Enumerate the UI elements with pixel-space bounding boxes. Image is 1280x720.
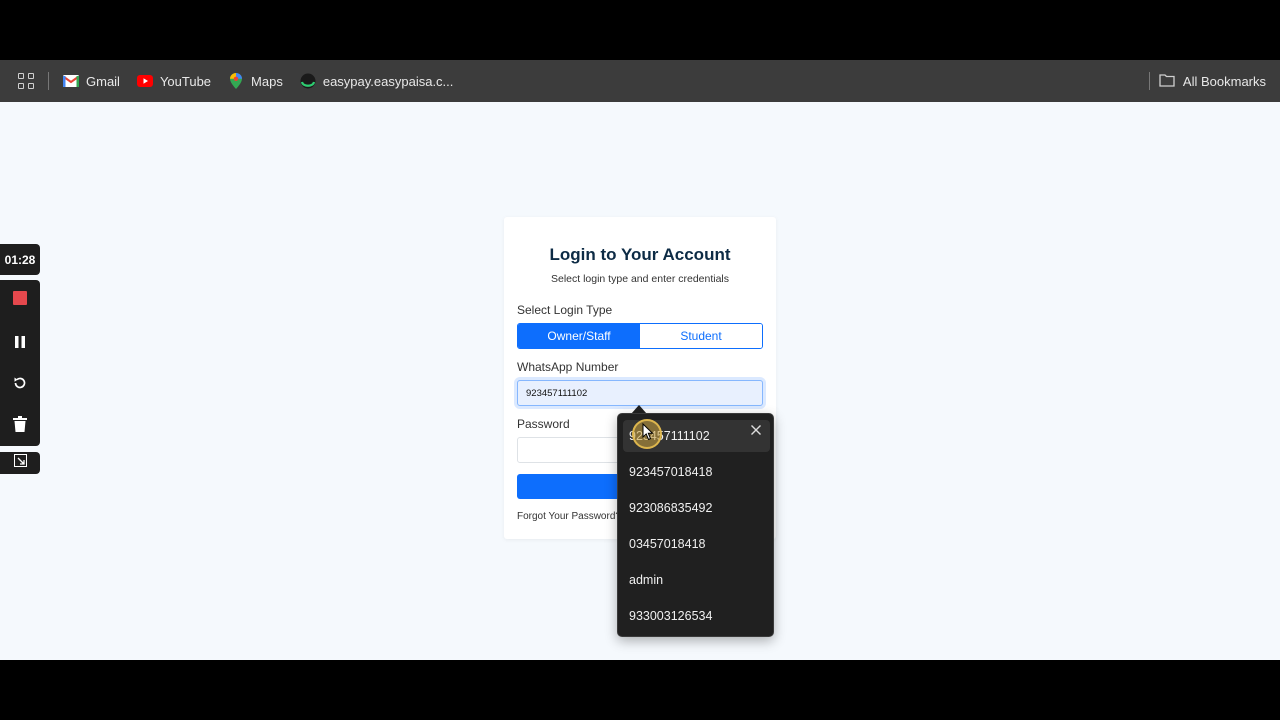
autocomplete-option-label: admin [629, 573, 664, 587]
stop-record-button[interactable] [0, 280, 40, 320]
folder-icon [1159, 73, 1175, 90]
all-bookmarks-label: All Bookmarks [1182, 73, 1266, 89]
autocomplete-option-label: 923086835492 [629, 501, 713, 515]
whatsapp-label: WhatsApp Number [517, 360, 619, 374]
bookmark-label: easypay.easypaisa.c... [322, 73, 454, 89]
bottom-letterbox [0, 660, 1280, 720]
owner-staff-tab[interactable]: Owner/Staff [518, 324, 640, 348]
bookmark-gmail[interactable]: Gmail [63, 73, 120, 89]
student-tab[interactable]: Student [640, 324, 762, 348]
apps-grid-icon[interactable] [18, 73, 34, 89]
youtube-icon [136, 73, 153, 89]
all-bookmarks-button[interactable]: All Bookmarks [1159, 60, 1266, 102]
mouse-cursor-icon [642, 422, 654, 446]
password-label: Password [517, 417, 570, 431]
page-subtitle: Select login type and enter credentials [550, 273, 730, 285]
maps-icon [228, 73, 244, 89]
bookmarks-bar: Gmail YouTube Maps easypay.easypaisa.c..… [0, 60, 1280, 102]
stop-icon [13, 290, 27, 310]
autocomplete-option-label: 923457018418 [629, 465, 713, 479]
easypaisa-icon [300, 73, 316, 89]
top-letterbox [0, 0, 1280, 60]
recorder-controls [0, 280, 40, 446]
autocomplete-option[interactable]: 923086835492 [623, 492, 770, 524]
bookmarks-divider [48, 72, 49, 90]
bookmark-label: Maps [251, 73, 283, 89]
pause-button[interactable] [0, 324, 40, 364]
autocomplete-option[interactable]: admin [623, 564, 770, 596]
resize-icon [13, 454, 27, 472]
login-type-toggle: Owner/Staff Student [517, 323, 763, 349]
login-type-label: Select Login Type [517, 303, 613, 317]
restart-icon [12, 375, 28, 396]
bookmark-label: Gmail [86, 73, 120, 89]
delete-button[interactable] [0, 406, 40, 446]
page-title: Login to Your Account [549, 245, 731, 264]
pause-icon [13, 335, 27, 354]
recording-timer: 01:28 [0, 244, 40, 275]
autocomplete-option-label: 03457018418 [629, 537, 706, 551]
autocomplete-option[interactable]: 03457018418 [623, 528, 770, 560]
restart-button[interactable] [0, 365, 40, 405]
bookmark-youtube[interactable]: YouTube [136, 73, 212, 89]
autocomplete-option[interactable]: 933003126534 [623, 600, 770, 632]
recorder-collapse-button[interactable] [0, 452, 40, 474]
bookmarks-right-divider [1149, 72, 1150, 90]
autocomplete-option[interactable]: 923457018418 [623, 456, 770, 488]
whatsapp-number-input[interactable]: 923457111102 [517, 380, 763, 406]
trash-icon [13, 415, 27, 437]
close-icon[interactable] [749, 423, 763, 437]
forgot-password-link[interactable]: Forgot Your Password? [517, 511, 621, 522]
autocomplete-option-label: 933003126534 [629, 609, 713, 623]
gmail-icon [63, 73, 79, 89]
bookmark-maps[interactable]: Maps [228, 73, 283, 89]
bookmark-label: YouTube [159, 73, 212, 89]
bookmark-easypaisa[interactable]: easypay.easypaisa.c... [300, 73, 454, 89]
